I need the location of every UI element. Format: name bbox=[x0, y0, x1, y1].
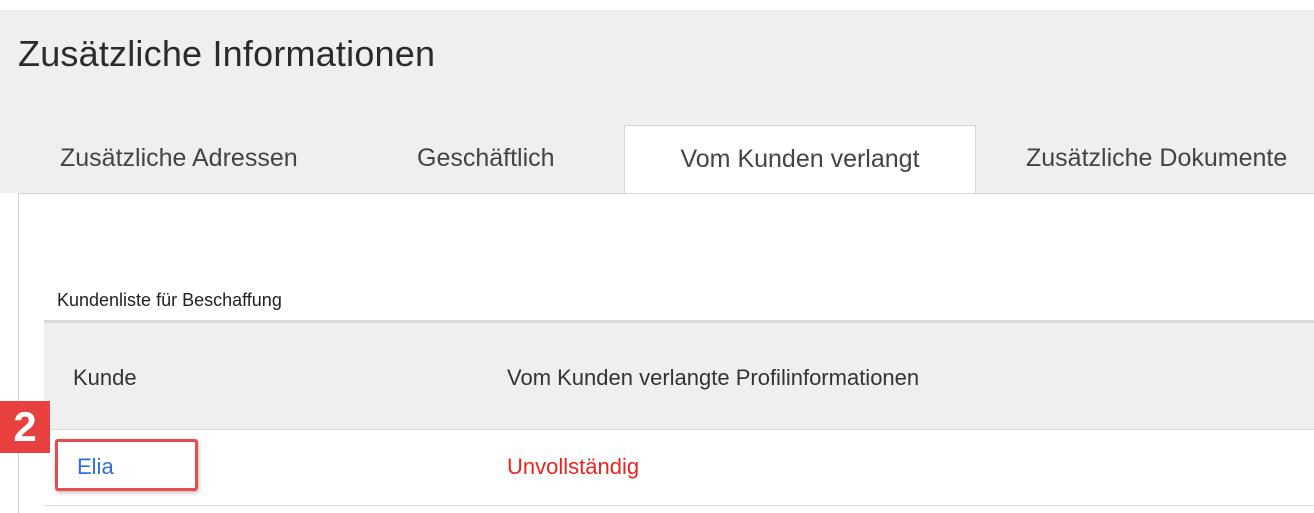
step-number-badge: 2 bbox=[0, 401, 50, 453]
header-bar: Zusätzliche Informationen bbox=[0, 10, 1314, 125]
profile-status: Unvollständig bbox=[507, 454, 640, 479]
page: Zusätzliche Informationen Zusätzliche Ad… bbox=[0, 0, 1314, 513]
column-header-profile-info[interactable]: Vom Kunden verlangte Profilinformationen bbox=[507, 365, 919, 391]
column-header-customer[interactable]: Kunde bbox=[73, 365, 137, 391]
highlight-box bbox=[55, 439, 198, 491]
table-header: Kunde Vom Kunden verlangte Profilinforma… bbox=[44, 320, 1314, 430]
page-title: Zusätzliche Informationen bbox=[18, 33, 436, 74]
tab-bar: Zusätzliche Adressen Geschäftlich Vom Ku… bbox=[0, 125, 1314, 195]
tab-business[interactable]: Geschäftlich bbox=[417, 125, 555, 193]
tab-additional-addresses[interactable]: Zusätzliche Adressen bbox=[60, 125, 298, 193]
tab-additional-documents[interactable]: Zusätzliche Dokumente bbox=[1026, 125, 1287, 193]
tab-required-by-customer[interactable]: Vom Kunden verlangt bbox=[624, 125, 976, 195]
section-title: Kundenliste für Beschaffung bbox=[57, 290, 282, 310]
table-row: Elia Unvollständig bbox=[44, 430, 1314, 506]
